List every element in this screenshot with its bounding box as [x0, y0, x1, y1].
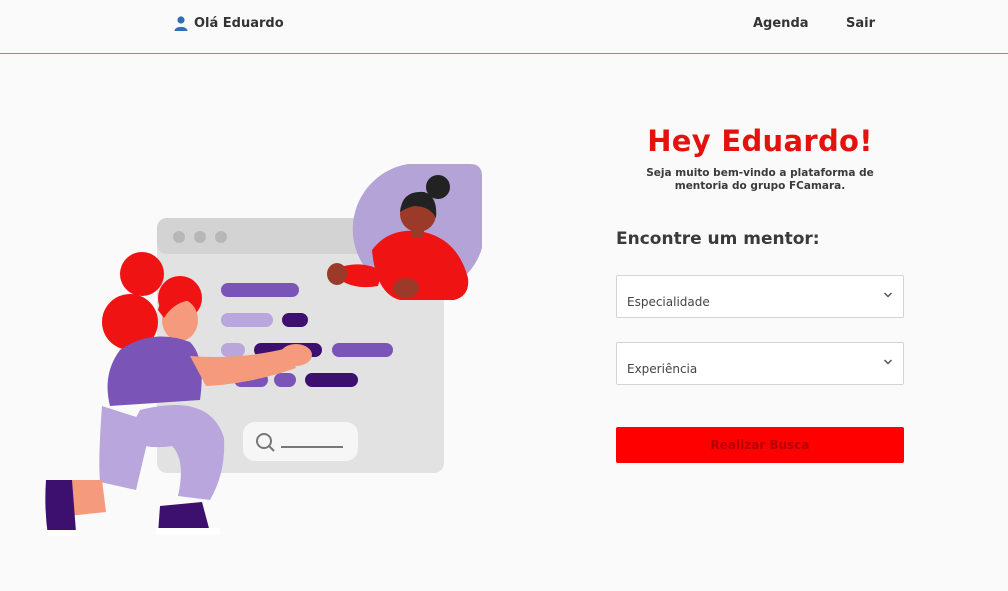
- greeting-text: Olá Eduardo: [194, 15, 284, 31]
- find-mentor-title: Encontre um mentor:: [616, 229, 820, 249]
- nav-logout-link[interactable]: Sair: [846, 16, 875, 31]
- hero-title: Hey Eduardo!: [647, 124, 873, 158]
- top-navbar: Olá Eduardo Agenda Sair: [0, 0, 1008, 54]
- mentoring-illustration: [45, 164, 482, 536]
- chevron-down-icon: [883, 292, 893, 298]
- user-greeting: Olá Eduardo: [173, 15, 284, 31]
- illustration-searchbar: [243, 422, 358, 461]
- experience-select-value: Experiência: [627, 362, 698, 376]
- specialty-select[interactable]: Especialidade: [616, 275, 904, 318]
- chevron-down-icon: [883, 359, 893, 365]
- search-mentor-button[interactable]: Realizar Busca: [616, 427, 904, 463]
- specialty-select-value: Especialidade: [627, 295, 710, 309]
- hero-subtitle-line1: Seja muito bem-vindo a plataforma de: [646, 167, 874, 179]
- hero-subtitle-line2: mentoria do grupo FCamara.: [674, 180, 846, 192]
- hero-subtitle: Seja muito bem-vindo a plataforma de men…: [626, 167, 894, 193]
- experience-select[interactable]: Experiência: [616, 342, 904, 385]
- user-icon: [174, 16, 188, 31]
- nav-agenda-link[interactable]: Agenda: [753, 16, 809, 31]
